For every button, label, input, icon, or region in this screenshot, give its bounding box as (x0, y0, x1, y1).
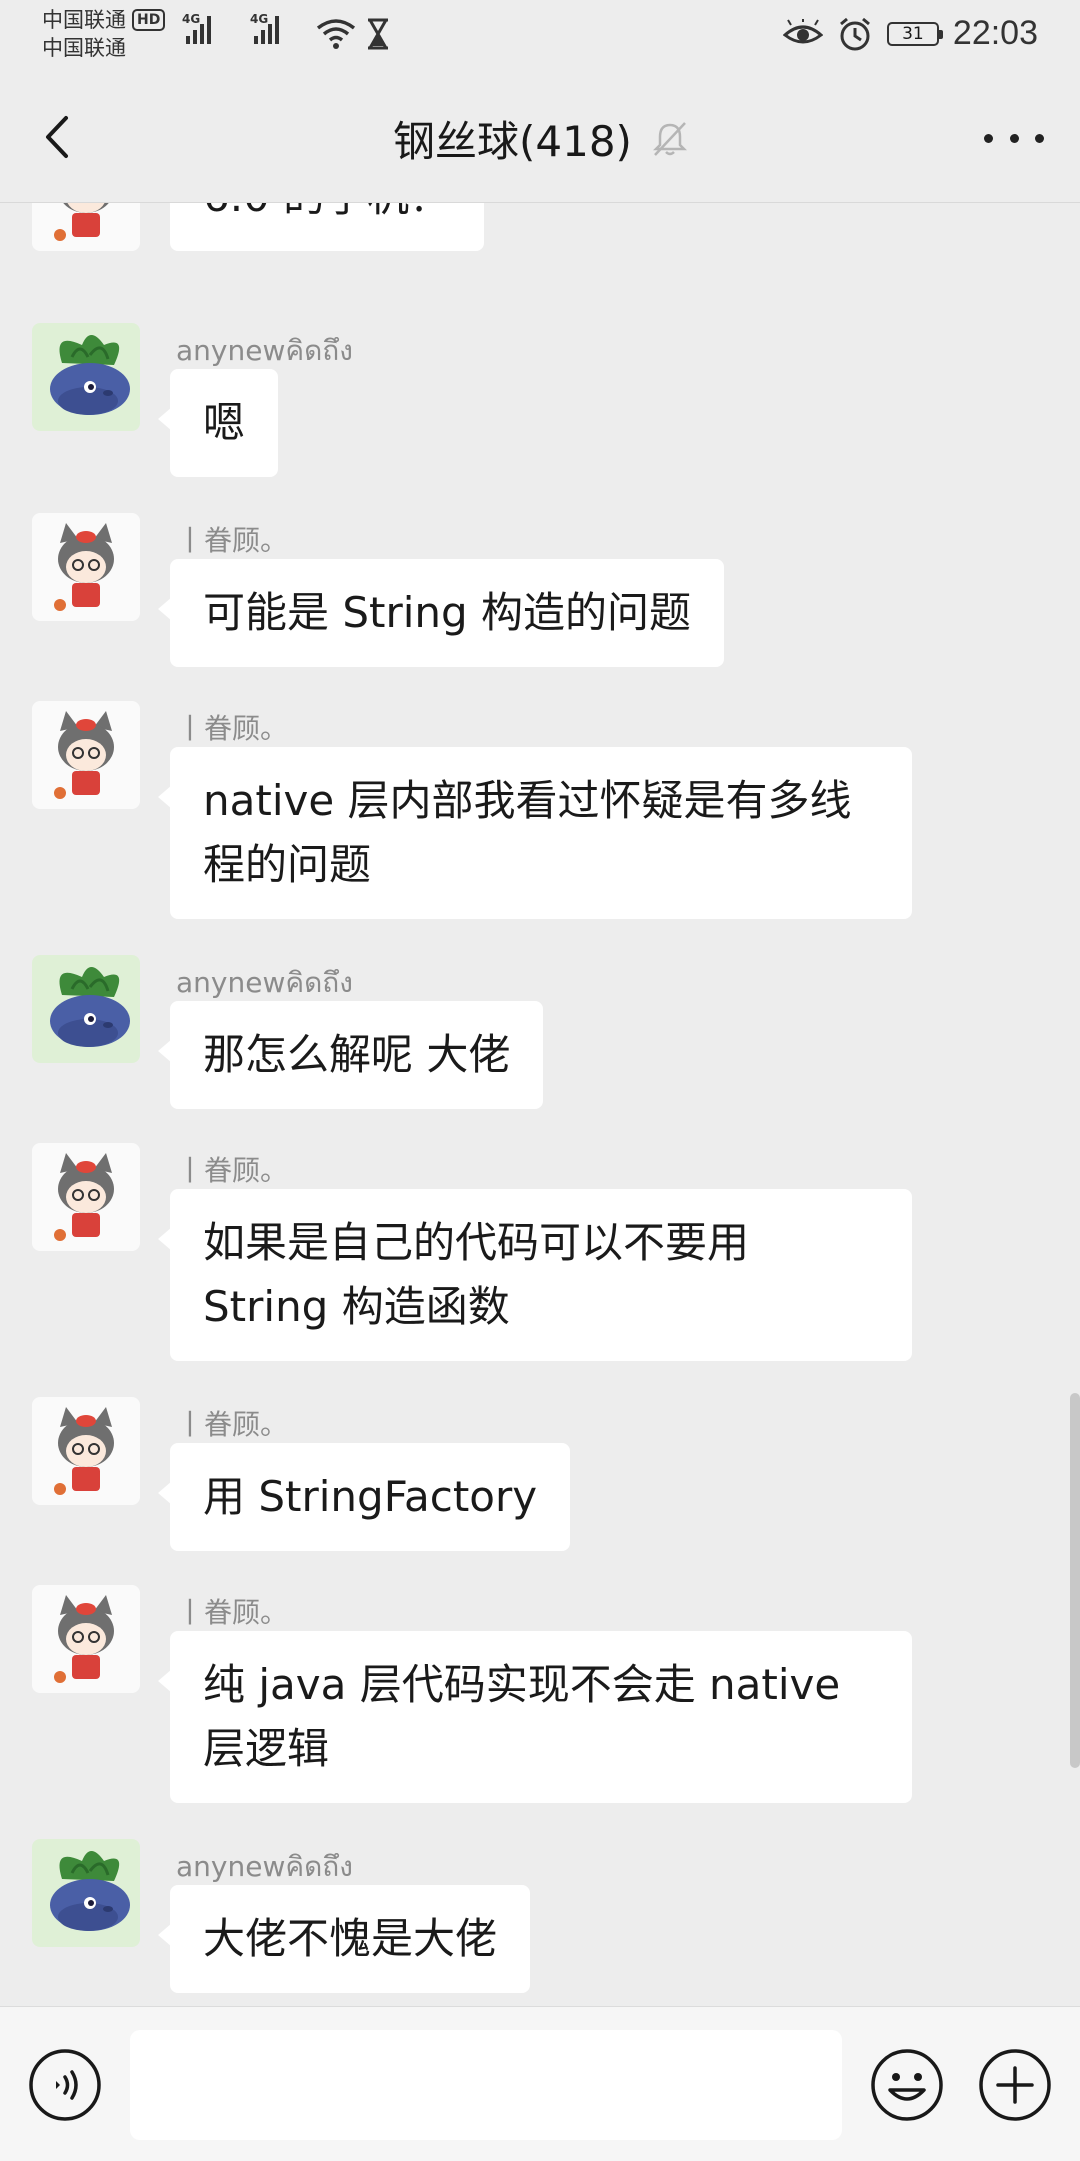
status-time: 22:03 (952, 14, 1038, 52)
message-bubble[interactable]: 可能是 String 构造的问题 (157, 559, 725, 667)
signal-icon-1: 4G (182, 12, 211, 44)
message-text: 嗯 (203, 398, 246, 447)
message-text: 那怎么解呢 大佬 (203, 1030, 511, 1079)
carrier-name-1: 中国联通 (42, 8, 126, 32)
carrier-name-2: 中国联通 (42, 36, 126, 60)
message-text: 如果是自己的代码可以不要用 String 构造函数 (203, 1218, 750, 1331)
sender-name: 丨眷顾。 (176, 1154, 289, 1187)
dot-icon (1009, 133, 1019, 143)
sender-name: 丨眷顾。 (176, 524, 289, 557)
green-monster-avatar-image (32, 1839, 140, 1947)
hourglass-icon (368, 18, 388, 50)
sender-name: 丨眷顾。 (176, 1596, 289, 1629)
network-type-2: 4G (250, 12, 269, 26)
chat-header: 钢丝球(418) (0, 74, 1080, 203)
sender-name: anynewคิดถึง (176, 1850, 353, 1883)
green-monster-avatar-image (32, 323, 140, 431)
message-bubble[interactable]: 如果是自己的代码可以不要用 String 构造函数 (158, 1189, 912, 1361)
message-bubble[interactable]: 大佬不愧是大佬 (157, 1885, 531, 1993)
dot-icon (1035, 133, 1044, 143)
sender-name: 丨眷顾。 (176, 712, 289, 745)
message-bubble[interactable]: 6.0 的手机？ (157, 203, 485, 251)
message-text: native 层内部我看过怀疑是有多线程的问题 (203, 776, 852, 889)
cat-avatar-image (32, 1143, 140, 1251)
message-text: 大佬不愧是大佬 (203, 1914, 498, 1963)
cat-avatar-image (32, 513, 140, 621)
message-bubble[interactable]: native 层内部我看过怀疑是有多线程的问题 (158, 747, 912, 919)
emoji-icon[interactable] (870, 2048, 944, 2122)
message-text: 用 StringFactory (203, 1472, 538, 1521)
green-monster-avatar-image (32, 955, 140, 1063)
green-monster-avatar[interactable] (32, 955, 140, 1063)
message-text: 纯 java 层代码实现不会走 native 层逻辑 (203, 1660, 841, 1773)
cat-avatar-image (32, 1397, 140, 1505)
message-input[interactable] (130, 2030, 842, 2140)
carrier-info: 中国联通 HD 中国联通 (42, 6, 166, 62)
sender-name: anynewคิดถึง (176, 966, 353, 999)
eye-comfort-icon (782, 18, 823, 43)
sender-name: anynewคิดถึง (176, 334, 353, 367)
alarm-icon (839, 17, 870, 50)
message-text: 可能是 String 构造的问题 (203, 588, 692, 637)
hd-badge: HD (132, 9, 166, 31)
battery-level: 31 (902, 23, 924, 44)
message-text: 6.0 的手机？ (203, 203, 451, 221)
message-bubble[interactable]: 用 StringFactory (157, 1443, 571, 1551)
dot-icon (984, 133, 993, 143)
voice-input-icon[interactable] (28, 2048, 102, 2122)
cat-avatar[interactable] (32, 1397, 140, 1505)
cat-avatar-image (32, 1585, 140, 1693)
signal-icon-2: 4G (250, 12, 279, 44)
add-more-icon[interactable] (978, 2048, 1052, 2122)
input-bar (0, 2006, 1080, 2161)
mute-bell-icon (653, 121, 688, 156)
scrollbar[interactable] (1070, 1393, 1080, 1768)
more-options-button[interactable] (984, 128, 1044, 148)
message-bubble[interactable]: 嗯 (157, 369, 279, 477)
cat-avatar[interactable] (32, 513, 140, 621)
cat-avatar-image (32, 701, 140, 809)
message-list[interactable]: 6.0 的手机？ anynewคิดถึง 嗯 (0, 203, 1080, 2005)
green-monster-avatar[interactable] (32, 323, 140, 431)
cat-avatar[interactable] (32, 1585, 140, 1693)
cat-avatar[interactable] (32, 701, 140, 809)
sender-name: 丨眷顾。 (176, 1408, 289, 1441)
status-bar: 中国联通 HD 中国联通 4G 4G 31 22:03 (0, 0, 1080, 74)
green-monster-avatar[interactable] (32, 1839, 140, 1947)
cat-avatar-image (32, 203, 140, 251)
network-type-1: 4G (182, 12, 201, 26)
cat-avatar[interactable] (32, 203, 140, 251)
cat-avatar[interactable] (32, 1143, 140, 1251)
message-bubble[interactable]: 那怎么解呢 大佬 (157, 1001, 544, 1109)
message-bubble[interactable]: 纯 java 层代码实现不会走 native 层逻辑 (158, 1631, 912, 1803)
wifi-icon (316, 19, 356, 49)
battery-icon: 31 (886, 21, 943, 46)
chat-title: 钢丝球(418) (392, 117, 632, 166)
